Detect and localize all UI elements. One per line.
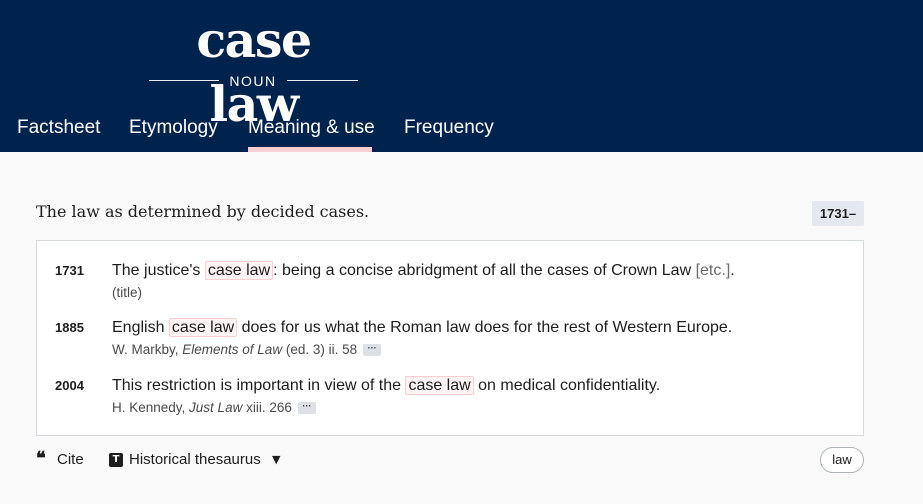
quotation-text-after: does for us what the Roman law does for … <box>237 319 733 336</box>
editorial-note: [etc.] <box>695 262 731 279</box>
keyword-highlight: case law <box>168 318 238 337</box>
pos-divider-right <box>287 80 358 81</box>
chevron-down-icon[interactable]: ▼ <box>272 450 280 470</box>
quotation-year: 2004 <box>55 378 84 393</box>
citation-author: H. Kennedy, <box>112 400 190 415</box>
quotation-text: The justice's case law: being a concise … <box>112 260 735 282</box>
quotation-text-before: English <box>112 319 169 336</box>
entry-header: case law NOUN Factsheet Etymology Meanin… <box>0 0 923 152</box>
sense-definition: The law as determined by decided cases. <box>36 202 370 221</box>
part-of-speech: NOUN <box>229 73 277 89</box>
tab-frequency[interactable]: Frequency <box>404 114 494 152</box>
quotation-text: English case law does for us what the Ro… <box>112 317 732 339</box>
citation-work: Just Law <box>189 400 243 415</box>
quotations-box: 1731 The justice's case law: being a con… <box>36 240 864 436</box>
quotation-text-before: This restriction is important in view of… <box>112 377 406 394</box>
citation-reference: xiii. 266 <box>242 400 292 415</box>
quotation-text-end: . <box>730 262 735 279</box>
quotation-text-after: on medical confidentiality. <box>473 377 661 394</box>
keyword-highlight: case law <box>405 376 474 395</box>
quotation-year: 1731 <box>55 263 84 278</box>
keyword-highlight: case law <box>204 261 274 280</box>
subject-tag[interactable]: law <box>820 447 864 473</box>
quotation-citation: (title) <box>112 285 142 300</box>
quotation-citation: W. Markby, Elements of Law (ed. 3) ii. 5… <box>112 341 382 359</box>
quotation-text-after: : being a concise abridgment of all the … <box>273 262 696 279</box>
quotation-text-before: The justice's <box>112 262 205 279</box>
tab-meaning-and-use[interactable]: Meaning & use <box>248 114 375 152</box>
thesaurus-icon[interactable]: T <box>109 453 123 467</box>
historical-thesaurus-button[interactable]: Historical thesaurus <box>129 450 261 470</box>
tab-factsheet[interactable]: Factsheet <box>17 114 100 152</box>
quote-icon[interactable]: ❝ <box>36 448 46 470</box>
citation-reference: (ed. 3) ii. 58 <box>282 342 358 357</box>
sense-date-range[interactable]: 1731– <box>812 201 864 226</box>
quotation-year: 1885 <box>55 320 84 335</box>
more-icon[interactable]: ··· <box>363 344 382 357</box>
quotation-text: This restriction is important in view of… <box>112 375 660 397</box>
more-icon[interactable]: ··· <box>297 402 316 415</box>
pos-divider-left <box>149 80 219 81</box>
quotation-citation: H. Kennedy, Just Law xiii. 266 ··· <box>112 399 316 417</box>
citation-work: Elements of Law <box>182 342 283 357</box>
tab-etymology[interactable]: Etymology <box>129 114 218 152</box>
citation-author: W. Markby, <box>112 342 183 357</box>
cite-button[interactable]: Cite <box>57 450 84 470</box>
